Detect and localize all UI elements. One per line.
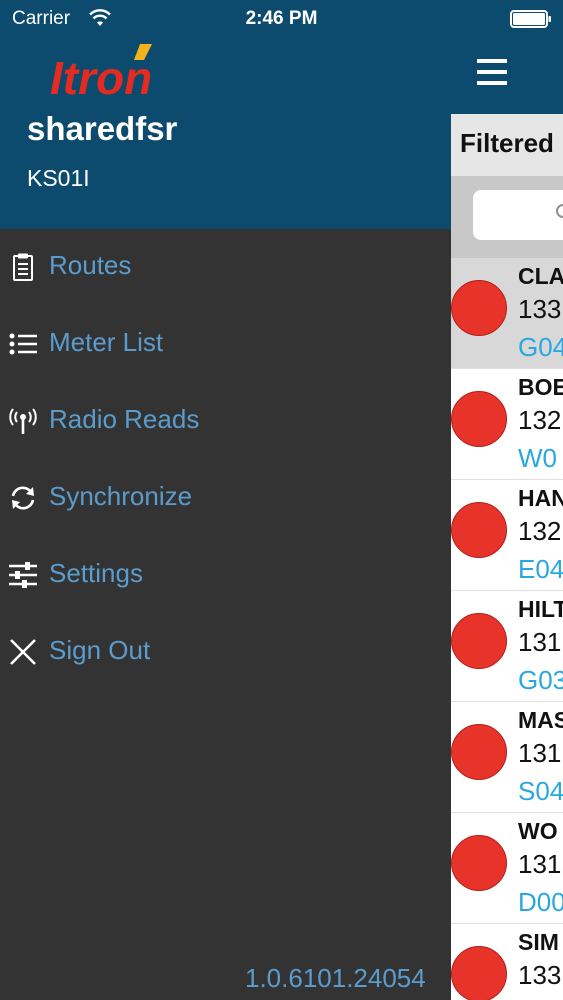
status-indicator	[451, 391, 507, 447]
row-customer-name: BOE	[518, 374, 563, 400]
sliders-icon	[9, 562, 37, 588]
user-name: sharedfsr	[27, 110, 178, 147]
status-indicator	[451, 835, 507, 891]
row-address-code: E04	[518, 554, 563, 584]
menu-label-sign-out: Sign Out	[49, 635, 151, 665]
radio-antenna-icon	[9, 408, 37, 434]
row-address-code: W0	[518, 443, 557, 473]
menu-item-settings[interactable]: Settings	[0, 548, 451, 604]
row-customer-name: HAN	[518, 485, 563, 511]
itron-logo: Itron	[50, 44, 152, 100]
status-bar: Carrier 2:46 PM	[0, 0, 563, 40]
menu-item-sign-out[interactable]: Sign Out	[0, 625, 451, 681]
search-input[interactable]	[473, 190, 563, 240]
status-indicator	[451, 724, 507, 780]
logo-text: Itron	[50, 52, 152, 100]
row-meter-number: 132	[518, 405, 562, 435]
menu-label-routes: Routes	[49, 250, 132, 280]
row-customer-name: SIM	[518, 929, 559, 955]
menu-label-synchronize: Synchronize	[49, 481, 193, 511]
status-indicator	[451, 280, 507, 336]
status-indicator	[451, 946, 507, 1000]
row-customer-name: WO	[518, 818, 558, 844]
meter-row[interactable]: WO 131 D00	[451, 813, 563, 924]
meter-row[interactable]: SIM 133	[451, 924, 563, 1000]
row-customer-name: CLA	[518, 263, 563, 289]
close-icon	[10, 639, 36, 665]
row-meter-number: 131	[518, 627, 562, 657]
meter-row[interactable]: HILT 131 G03	[451, 591, 563, 702]
status-indicator	[451, 502, 507, 558]
menu-item-meter-list[interactable]: Meter List	[0, 317, 451, 373]
row-meter-number: 132	[518, 516, 562, 546]
row-meter-number: 133	[518, 960, 562, 990]
menu-label-settings: Settings	[49, 558, 143, 588]
row-customer-name: HILT	[518, 596, 563, 622]
search-icon	[556, 204, 563, 218]
menu-item-radio-reads[interactable]: Radio Reads	[0, 394, 451, 450]
row-address-code: D00	[518, 887, 563, 917]
menu-label-meter-list: Meter List	[49, 327, 164, 357]
meter-row[interactable]: MAS 131 S04	[451, 702, 563, 813]
route-code: KS01I	[27, 165, 90, 191]
menu-label-radio-reads: Radio Reads	[49, 404, 200, 434]
clock: 2:46 PM	[245, 8, 318, 29]
menu-item-synchronize[interactable]: Synchronize	[0, 471, 451, 527]
filter-title: Filtered	[460, 128, 554, 158]
row-address-code: G04	[518, 332, 563, 362]
meter-row[interactable]: CLA 133 G04	[451, 258, 563, 369]
app-version: 1.0.6101.24054	[245, 963, 426, 993]
row-meter-number: 133	[518, 294, 562, 324]
battery-icon	[510, 10, 551, 28]
row-meter-number: 131	[518, 738, 562, 768]
row-customer-name: MAS	[518, 707, 563, 733]
clipboard-icon	[13, 253, 33, 281]
hamburger-menu-icon[interactable]	[475, 57, 509, 87]
row-meter-number: 131	[518, 849, 562, 879]
meter-row[interactable]: HAN 132 E04	[451, 480, 563, 591]
row-address-code: G03	[518, 665, 563, 695]
menu-item-routes[interactable]: Routes	[0, 240, 451, 296]
status-indicator	[451, 613, 507, 669]
row-address-code: S04	[518, 776, 563, 806]
meter-row[interactable]: BOE 132 W0	[451, 369, 563, 480]
list-icon	[9, 333, 37, 355]
sync-icon	[11, 486, 35, 510]
